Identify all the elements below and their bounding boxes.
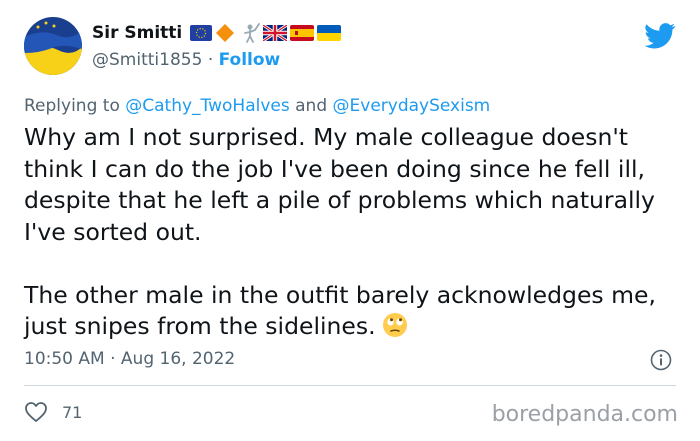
reply-user-link-1[interactable]: @Cathy_TwoHalves [125, 96, 289, 116]
ukraine-flag-icon [317, 25, 342, 41]
tweet-time: 10:50 AM [24, 349, 105, 369]
author-name[interactable]: Sir Smitti [92, 23, 182, 43]
eu-flag-icon [190, 25, 213, 41]
timestamp-separator: · [110, 349, 116, 369]
reply-conjunction: and [295, 96, 328, 116]
handle-separator: · [207, 50, 214, 70]
tweet-timestamp[interactable]: 10:50 AM · Aug 16, 2022 [24, 349, 235, 369]
tweet-date: Aug 16, 2022 [120, 349, 236, 369]
tweet-paragraph-2: The other male in the outfit barely ackn… [24, 280, 656, 341]
author-name-row: Sir Smitti [92, 23, 342, 43]
tweet-header: Sir Smitti @Smitti1855 · Follow [24, 17, 676, 83]
like-count: 71 [62, 402, 83, 422]
author-handle[interactable]: @Smitti1855 [92, 50, 202, 70]
watermark: boredpanda.com [491, 402, 678, 427]
follow-button[interactable]: Follow [219, 50, 281, 70]
heart-icon [25, 402, 47, 422]
spain-flag-icon [290, 25, 315, 41]
like-button[interactable]: 71 [24, 401, 82, 423]
twitter-bird-icon[interactable] [644, 23, 676, 49]
tweet-paragraph-2-wrap: The other male in the outfit barely ackn… [24, 280, 684, 343]
replying-to: Replying to @Cathy_TwoHalves and @Everyd… [24, 96, 490, 116]
face-with-rolling-eyes-icon [382, 313, 407, 337]
tweet-paragraph-1: Why am I not surprised. My male colleagu… [24, 123, 655, 246]
divider [24, 385, 676, 386]
author-handle-row: @Smitti1855 · Follow [92, 50, 280, 70]
uk-flag-icon [263, 25, 288, 41]
fencer-icon [244, 23, 261, 43]
info-icon[interactable] [650, 349, 672, 371]
avatar[interactable] [24, 17, 82, 75]
reply-prefix: Replying to [24, 96, 120, 116]
orange-diamond-icon [216, 24, 235, 42]
reply-user-link-2[interactable]: @EverydaySexism [333, 96, 491, 116]
tweet-text: Why am I not surprised. My male colleagu… [24, 122, 684, 343]
name-emojis [190, 23, 342, 43]
